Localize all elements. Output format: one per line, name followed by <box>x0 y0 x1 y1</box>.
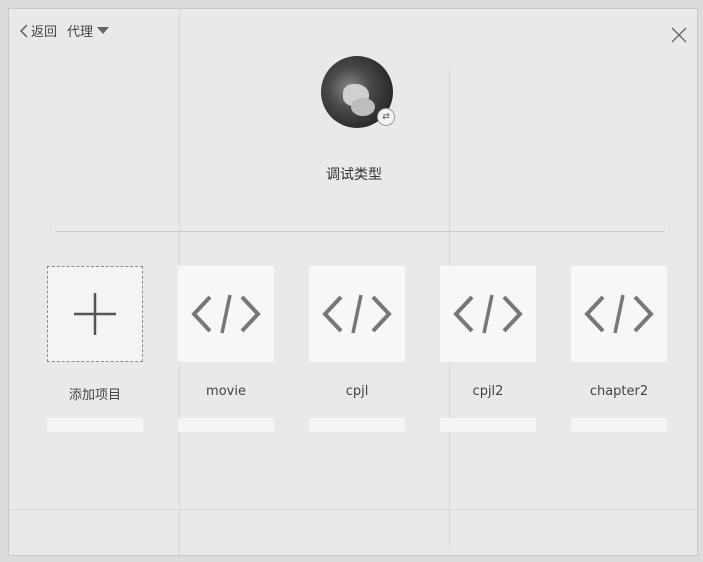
card-strip <box>440 418 536 432</box>
switch-icon[interactable]: ⇄ <box>377 108 395 126</box>
code-icon <box>453 294 523 334</box>
plus-icon <box>74 293 116 335</box>
chevron-left-icon <box>19 24 29 38</box>
project-tile-chapter2[interactable] <box>571 266 667 362</box>
close-icon <box>671 27 687 43</box>
project-card: movie <box>178 266 274 432</box>
card-strip <box>309 418 405 432</box>
caret-down-icon <box>97 27 110 34</box>
add-project-card: 添加项目 <box>47 266 143 432</box>
project-label: chapter2 <box>589 384 649 399</box>
code-icon <box>191 294 261 334</box>
project-card: cpjl2 <box>440 266 536 432</box>
project-grid: 添加项目 movie cpjl cpjl2 chapter2 <box>47 266 667 432</box>
back-label: 返回 <box>31 25 58 40</box>
back-button[interactable]: 返回 <box>19 21 57 40</box>
code-icon <box>584 294 654 334</box>
project-tile-cpjl2[interactable] <box>440 266 536 362</box>
project-tile-cpjl[interactable] <box>309 266 405 362</box>
project-label: movie <box>206 384 246 399</box>
avatar-figure <box>351 98 375 116</box>
close-button[interactable] <box>669 25 689 45</box>
add-project-button[interactable] <box>47 266 143 362</box>
project-label: cpjl2 <box>472 384 504 399</box>
project-dialog: 返回 代理 ⇄ 调试类型 添加项目 movie cpjl cpjl2 chapt… <box>8 8 698 556</box>
code-icon <box>322 294 392 334</box>
proxy-dropdown[interactable]: 代理 <box>67 21 110 40</box>
card-strip <box>47 418 143 432</box>
project-tile-movie[interactable] <box>178 266 274 362</box>
project-card: chapter2 <box>571 266 667 432</box>
divider <box>55 231 665 232</box>
proxy-label: 代理 <box>67 25 94 40</box>
card-strip <box>571 418 667 432</box>
card-strip <box>178 418 274 432</box>
avatar[interactable]: ⇄ <box>321 56 395 128</box>
project-label: cpjl <box>345 384 369 399</box>
project-card: cpjl <box>309 266 405 432</box>
bg-line <box>9 509 697 510</box>
top-bar: 返回 代理 <box>19 21 110 40</box>
debug-type-title: 调试类型 <box>326 167 382 183</box>
project-label: 添加项目 <box>68 388 121 403</box>
